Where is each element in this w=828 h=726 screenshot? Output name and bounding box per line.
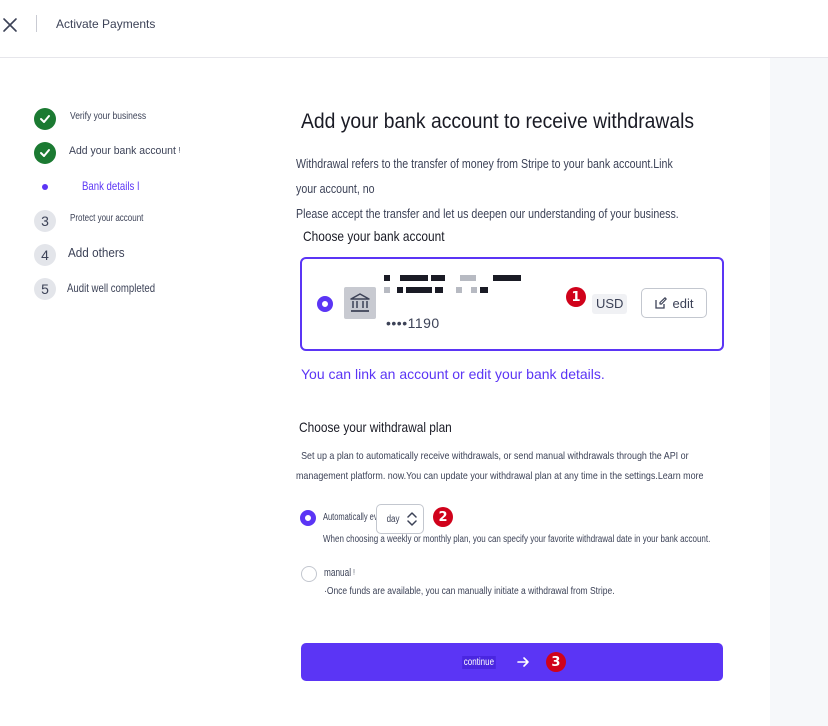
currency-badge: USD: [592, 294, 628, 314]
step-add-others: 4 Add others: [34, 244, 254, 266]
step-label: Audit well completed: [67, 281, 156, 295]
annotation-marker-2: 2: [433, 507, 453, 527]
main-heading: Add your bank account to receive withdra…: [301, 110, 695, 133]
manual-option-label: manual ᵎ: [324, 567, 355, 579]
step-label: Add others: [68, 245, 125, 260]
bank-icon: [344, 287, 376, 319]
step-label: Verify your business: [70, 111, 147, 122]
step-number: 5: [34, 278, 56, 300]
continue-label: continue: [462, 655, 496, 669]
intro-line-2: Please accept the transfer and let us de…: [296, 207, 679, 221]
manual-withdrawal-radio[interactable]: [301, 566, 317, 582]
withdrawal-plan-title: Choose your withdrawal plan: [299, 419, 452, 435]
check-icon: [34, 108, 56, 130]
annotation-marker-1: 1: [566, 287, 586, 307]
bank-name-redacted: [384, 275, 534, 305]
step-number: 4: [34, 244, 56, 266]
step-add-bank-account: Add your bank account ᵎ: [34, 142, 254, 164]
frequency-value: day: [386, 513, 400, 525]
top-bar: Activate Payments: [0, 0, 828, 58]
step-bank-details: Bank details ǀ: [34, 176, 254, 198]
auto-option-hint: When choosing a weekly or monthly plan, …: [323, 534, 711, 545]
auto-withdrawal-radio[interactable]: [300, 510, 316, 526]
withdrawal-frequency-select[interactable]: day: [376, 504, 424, 534]
arrow-right-icon: [517, 657, 529, 667]
step-label: Protect your account: [70, 213, 144, 224]
intro-line-1: Withdrawal refers to the transfer of mon…: [296, 157, 673, 196]
choose-account-title: Choose your bank account: [303, 228, 445, 244]
check-icon: [34, 142, 56, 164]
bank-account-radio[interactable]: [317, 296, 333, 312]
topbar-divider: [36, 15, 37, 32]
edit-button-label: edit: [672, 295, 694, 311]
step-label: Add your bank account ᵎ: [69, 145, 181, 157]
plan-description-text: Set up a plan to automatically receive w…: [296, 450, 704, 482]
page-title: Activate Payments: [56, 17, 156, 31]
edit-bank-button[interactable]: edit: [641, 288, 707, 318]
close-icon[interactable]: [2, 17, 18, 33]
continue-button[interactable]: continue 3: [301, 643, 723, 681]
step-number: 3: [34, 210, 56, 232]
chevron-updown-icon: [407, 512, 417, 526]
step-verify-business: Verify your business: [34, 108, 254, 130]
edit-icon: [654, 297, 667, 309]
step-protect-account: 3 Protect your account: [34, 210, 254, 232]
bank-account-card[interactable]: ••••1190 1 USD edit: [300, 257, 724, 351]
current-step-dot: [34, 176, 56, 198]
step-label: Bank details ǀ: [82, 179, 140, 193]
step-audit-completed: 5 Audit well completed: [34, 278, 254, 300]
link-or-edit-bank-link[interactable]: You can link an account or edit your ban…: [301, 366, 605, 382]
annotation-marker-3: 3: [545, 652, 566, 672]
plan-description: Set up a plan to automatically receive w…: [296, 446, 730, 486]
manual-option-hint: ·Once funds are available, you can manua…: [324, 586, 615, 597]
intro-text: Withdrawal refers to the transfer of mon…: [296, 152, 696, 227]
bank-last4: ••••1190: [386, 315, 440, 331]
right-panel: [770, 58, 828, 726]
